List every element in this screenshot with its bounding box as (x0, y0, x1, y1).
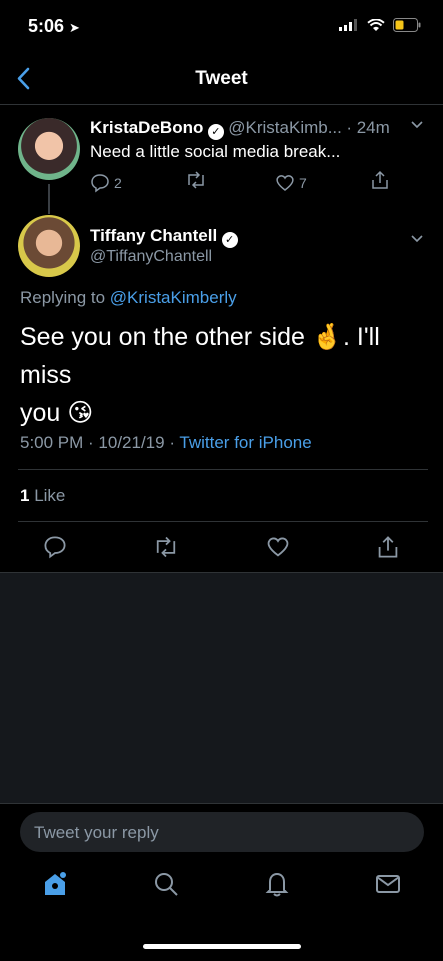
verified-badge-icon: ✓ (221, 232, 238, 248)
tweet-metadata: 5:00 PM · 10/21/19 · Twitter for iPhone (20, 433, 312, 453)
avatar-tiffany[interactable] (18, 215, 80, 277)
verified-badge-icon: ✓ (207, 124, 224, 140)
tab-home[interactable] (41, 870, 69, 903)
thread-line (48, 184, 50, 214)
crossed-fingers-emoji-icon: 🤞 (311, 323, 344, 351)
like-button[interactable] (266, 536, 290, 563)
battery-icon (393, 18, 421, 32)
kissing-face-emoji-icon: 😘 (67, 399, 94, 427)
parent-retweet-button[interactable] (185, 170, 275, 195)
main-tweet-author: Tiffany Chantell ✓ (90, 226, 238, 248)
parent-author-handle: @KristaKimb... (228, 118, 342, 137)
avatar-krista[interactable] (18, 118, 80, 180)
reply-input[interactable]: Tweet your reply (20, 812, 424, 852)
chevron-down-icon (411, 121, 423, 129)
mail-icon (375, 875, 400, 893)
share-button[interactable] (376, 535, 400, 564)
main-author-handle: @TiffanyChantell (90, 248, 213, 265)
reply-placeholder: Tweet your reply (34, 823, 159, 842)
tab-search[interactable] (152, 870, 180, 903)
parent-author-name[interactable]: KristaDeBono (90, 118, 203, 137)
parent-tweet-header: KristaDeBono ✓ @KristaKimb... · 24m (90, 118, 430, 140)
parent-more-button[interactable] (410, 118, 424, 137)
parent-reply-button[interactable]: 2 (90, 173, 185, 193)
reply-icon (91, 173, 109, 192)
status-icons (339, 18, 421, 32)
replying-prefix: Replying to (20, 288, 106, 307)
retweet-icon (157, 536, 176, 558)
parent-share-button[interactable] (370, 170, 390, 195)
heart-icon (276, 174, 294, 191)
parent-like-count: 7 (299, 174, 307, 191)
parent-like-button[interactable]: 7 (275, 174, 370, 192)
signal-icon (339, 19, 357, 31)
reply-icon (44, 536, 66, 559)
location-arrow-icon: ➤ (69, 20, 80, 35)
search-icon (155, 873, 178, 896)
retweet-button[interactable] (153, 535, 179, 564)
tab-messages[interactable] (374, 870, 402, 903)
share-icon (372, 170, 388, 189)
home-icon (45, 872, 67, 895)
main-more-button[interactable] (410, 232, 424, 251)
divider (18, 469, 428, 470)
retweet-icon (188, 171, 204, 189)
main-actions (0, 535, 443, 564)
heart-icon (267, 537, 288, 557)
share-icon (378, 536, 398, 558)
parent-tweet-text: Need a little social media break... (90, 142, 341, 161)
timestamp: 5:00 PM · 10/21/19 · (20, 433, 180, 452)
like-label: Like (34, 486, 66, 505)
parent-actions: 2 7 (90, 170, 390, 195)
home-indicator (143, 944, 301, 949)
wifi-icon (367, 18, 385, 31)
tab-notifications[interactable] (263, 870, 291, 903)
replying-to-link[interactable]: @KristaKimberly (110, 288, 237, 307)
divider (18, 521, 428, 522)
bell-icon (265, 872, 289, 897)
chevron-down-icon (411, 235, 423, 243)
replying-to-line: Replying to @KristaKimberly (20, 288, 237, 308)
reply-button[interactable] (43, 535, 67, 564)
parent-time: · 24m (346, 118, 390, 137)
tab-bar (0, 870, 443, 903)
main-author-name[interactable]: Tiffany Chantell (90, 226, 217, 245)
like-count: 1 (20, 486, 30, 505)
nav-bar: Tweet (0, 56, 443, 105)
parent-reply-count: 2 (114, 174, 122, 191)
main-tweet-text: See you on the other side 🤞. I'll miss y… (20, 323, 380, 427)
likes-summary[interactable]: 1 Like (20, 486, 65, 506)
page-title: Tweet (195, 68, 248, 89)
source-link[interactable]: Twitter for iPhone (179, 433, 311, 452)
status-time: 5:06 ➤ (28, 16, 80, 36)
empty-replies-area (0, 573, 443, 803)
